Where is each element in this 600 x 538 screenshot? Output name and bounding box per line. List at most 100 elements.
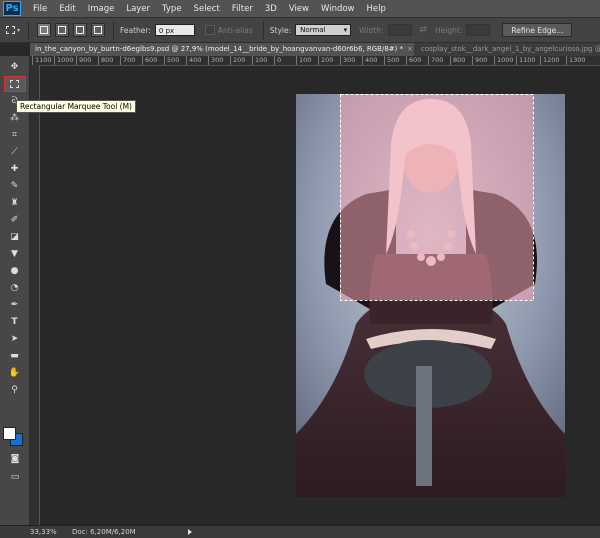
healing-brush-tool-icon[interactable]: ✚ [4, 161, 26, 177]
brush-tool-icon[interactable]: ✎ [4, 178, 26, 194]
ruler-tick: 300 [340, 56, 355, 65]
style-value: Normal [300, 26, 326, 34]
subtract-from-selection-button[interactable] [73, 23, 87, 37]
options-separator [113, 21, 114, 39]
document-canvas[interactable] [296, 94, 565, 497]
crop-tool-icon[interactable]: ⌗ [4, 127, 26, 143]
rectangle-tool-icon[interactable]: ▬ [4, 348, 26, 364]
ruler-tick: 100 [252, 56, 267, 65]
menu-image[interactable]: Image [82, 4, 121, 14]
chair-post [416, 366, 432, 486]
photoshop-logo: Ps [3, 1, 21, 16]
marquee-icon [5, 26, 15, 34]
ruler-tick: 1000 [54, 56, 74, 65]
menu-filter[interactable]: Filter [226, 4, 259, 14]
vertical-ruler [30, 65, 40, 525]
path-selection-tool-icon[interactable]: ➤ [4, 331, 26, 347]
ruler-tick: 600 [406, 56, 421, 65]
intersect-selection-icon [94, 26, 102, 34]
ruler-tick: 400 [186, 56, 201, 65]
history-brush-tool-icon[interactable]: ✐ [4, 212, 26, 228]
new-selection-icon [40, 26, 48, 34]
rectangular-marquee-tool-icon[interactable] [3, 76, 26, 92]
ruler-tick: 600 [142, 56, 157, 65]
menu-bar: Ps File Edit Image Layer Type Select Fil… [0, 0, 600, 17]
zoom-level[interactable]: 33,33% [0, 528, 57, 536]
menu-view[interactable]: View [283, 4, 315, 14]
ruler-tick: 200 [318, 56, 333, 65]
feather-label: Feather: [120, 25, 151, 35]
ruler-tick: 800 [450, 56, 465, 65]
ruler-tick: 900 [472, 56, 487, 65]
dodge-tool-icon[interactable]: ◔ [4, 280, 26, 296]
ruler-tick: 500 [164, 56, 179, 65]
height-label: Height: [435, 25, 463, 35]
status-bar: 33,33% Doc: 6,20M/6,20M [0, 525, 600, 538]
tool-tooltip: Rectangular Marquee Tool (M) [16, 100, 136, 113]
quick-mask-icon[interactable]: ◙ [4, 451, 26, 467]
chevron-down-icon: ▾ [16, 26, 20, 34]
close-icon[interactable]: × [407, 45, 413, 53]
chevron-down-icon: ▾ [343, 26, 348, 34]
screen-mode-icon[interactable]: ▭ [4, 469, 26, 485]
move-tool-icon[interactable]: ✥ [4, 59, 26, 75]
selection-overlay [340, 94, 533, 300]
style-select[interactable]: Normal ▾ [295, 24, 352, 36]
pen-tool-icon[interactable]: ✒ [4, 297, 26, 313]
menu-edit[interactable]: Edit [53, 4, 81, 14]
foreground-color-swatch[interactable] [3, 427, 16, 440]
style-label: Style: [269, 25, 292, 35]
ruler-tick: 500 [384, 56, 399, 65]
ruler-tick: 700 [428, 56, 443, 65]
options-bar: ▾ Feather: 0 px Anti-alias Style: Normal… [0, 17, 600, 43]
tab-cosplay-document[interactable]: cosplay_stok__dark_angel_1_by_angelcurio… [416, 43, 600, 56]
width-input[interactable] [387, 24, 412, 36]
hand-tool-icon[interactable]: ✋ [4, 365, 26, 381]
menu-3d[interactable]: 3D [259, 4, 283, 14]
add-selection-icon [58, 26, 66, 34]
ruler-tick: 1300 [566, 56, 586, 65]
type-tool-icon[interactable]: T [4, 314, 26, 330]
refine-edge-button[interactable]: Refine Edge... [502, 23, 573, 37]
swap-arrows-icon[interactable]: ⇄ [420, 25, 428, 35]
status-menu-arrow-icon[interactable] [188, 529, 192, 535]
menu-window[interactable]: Window [315, 4, 361, 14]
antialias-checkbox[interactable] [204, 25, 215, 35]
document-tabs: in_the_canyon_by_burtn-d6eglbs9.psd @ 27… [30, 43, 600, 56]
add-to-selection-button[interactable] [55, 23, 69, 37]
eraser-tool-icon[interactable]: ◪ [4, 229, 26, 245]
antialias-label: Anti-alias [217, 25, 253, 35]
ruler-tick: 1000 [494, 56, 514, 65]
clone-stamp-tool-icon[interactable]: ♜ [4, 195, 26, 211]
horizontal-ruler: 1100 1000 900 800 700 600 500 400 300 20… [30, 56, 600, 66]
height-input[interactable] [466, 24, 491, 36]
ruler-tick: 400 [362, 56, 377, 65]
options-separator [28, 21, 29, 39]
menu-help[interactable]: Help [361, 4, 392, 14]
eyedropper-tool-icon[interactable]: ⟋ [4, 144, 26, 160]
tool-preset-picker[interactable]: ▾ [4, 22, 22, 38]
document-size: Doc: 6,20M/6,20M [72, 528, 136, 536]
new-selection-button[interactable] [37, 23, 51, 37]
zoom-tool-icon[interactable]: ⚲ [4, 382, 26, 398]
canvas-image [296, 94, 565, 497]
menu-file[interactable]: File [27, 4, 53, 14]
ruler-tick: 1100 [516, 56, 536, 65]
ruler-tick: 700 [120, 56, 135, 65]
marquee-icon [10, 80, 19, 88]
menu-type[interactable]: Type [156, 4, 188, 14]
ruler-tick: 1200 [540, 56, 560, 65]
intersect-selection-button[interactable] [91, 23, 105, 37]
subtract-selection-icon [76, 26, 84, 34]
menu-select[interactable]: Select [188, 4, 226, 14]
paint-bucket-tool-icon[interactable]: ▼ [4, 246, 26, 262]
ruler-tick: 200 [230, 56, 245, 65]
menu-layer[interactable]: Layer [120, 4, 156, 14]
tab-label: in_the_canyon_by_burtn-d6eglbs9.psd @ 27… [35, 45, 404, 53]
feather-input[interactable]: 0 px [154, 24, 195, 36]
ruler-tick: 800 [98, 56, 113, 65]
tab-canyon-document[interactable]: in_the_canyon_by_burtn-d6eglbs9.psd @ 27… [30, 43, 414, 56]
blur-tool-icon[interactable]: ● [4, 263, 26, 279]
width-label: Width: [359, 25, 384, 35]
tab-label: cosplay_stok__dark_angel_1_by_angelcurio… [421, 45, 600, 53]
